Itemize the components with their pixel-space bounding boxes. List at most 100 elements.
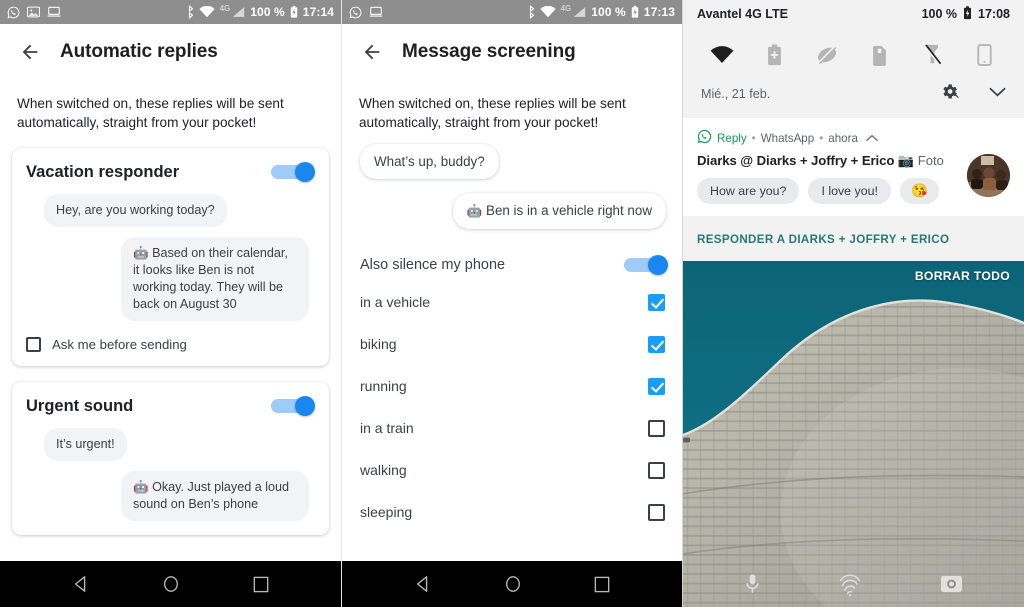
list-item[interactable]: walking [342, 449, 682, 491]
cards-container: Vacation responder Hey, are you working … [0, 132, 341, 535]
back-arrow-icon[interactable] [8, 30, 52, 74]
quick-settings-tiles [683, 28, 1024, 78]
smart-reply-chips: How are you? I love you! 😘 [697, 178, 1012, 204]
whatsapp-icon [7, 6, 20, 19]
list-item[interactable]: running [342, 365, 682, 407]
checkbox-icon[interactable] [648, 419, 665, 437]
list-item[interactable]: biking [342, 323, 682, 365]
card-header: Urgent sound [26, 396, 315, 416]
checkbox-icon[interactable] [648, 461, 665, 479]
clock-label: 17:08 [978, 7, 1010, 21]
checkbox-icon [26, 337, 41, 352]
laptop-icon [369, 6, 383, 18]
reply-bubble: 🤖 Okay. Just played a loud sound on Ben’… [121, 471, 309, 521]
battery-percent-label: 100 % [250, 5, 285, 19]
reply-text: Ben is in a vehicle right now [486, 203, 652, 218]
list-item[interactable]: sleeping [342, 491, 682, 533]
list-item[interactable]: in a train [342, 407, 682, 449]
ask-before-sending-checkbox[interactable]: Ask me before sending [26, 337, 315, 352]
app-bar: Message screening [342, 24, 682, 80]
gear-icon[interactable] [940, 82, 959, 106]
wifi-icon[interactable] [705, 38, 739, 72]
app-bar: Automatic replies [0, 24, 341, 80]
notification-title-text: Diarks @ Diarks + Joffry + Erico [697, 153, 895, 168]
notification-attachment-label: Foto [917, 153, 944, 168]
card-urgent-sound: Urgent sound It’s urgent! 🤖 Okay. Just p… [12, 382, 329, 535]
signal-icon [232, 6, 245, 18]
laptop-icon [47, 6, 61, 18]
silence-toggle[interactable] [624, 255, 668, 275]
phone-panel-notification-shade: Avantel 4G LTE 100 % 17:08 Mié., 21 feb.… [682, 0, 1024, 607]
chevron-down-icon[interactable] [989, 85, 1006, 103]
toggle-knob [295, 162, 315, 182]
network-type-label: 4G [560, 3, 572, 13]
mic-icon[interactable] [744, 573, 761, 595]
chevron-up-icon[interactable] [866, 132, 878, 145]
card-header: Vacation responder [26, 162, 315, 182]
vacation-responder-toggle[interactable] [271, 162, 315, 182]
intro-text: When switched on, these replies will be … [359, 96, 626, 130]
card-title: Urgent sound [26, 396, 134, 415]
urgent-sound-toggle[interactable] [271, 396, 315, 416]
activity-options-list: in a vehicle biking running in a train w… [342, 281, 682, 533]
reply-bubble: 🤖 Based on their calendar, it looks like… [121, 237, 309, 321]
back-arrow-icon[interactable] [350, 30, 394, 74]
robot-icon: 🤖 [466, 204, 483, 218]
phone-panel-automatic-replies: 4G 100 % 17:14 Automatic replies When sw… [0, 0, 341, 607]
phone-panel-message-screening: 4G 100 % 17:13 Message screening When sw… [341, 0, 682, 607]
sample-conversation: What’s up, buddy? 🤖 Ben is in a vehicle … [342, 132, 682, 229]
home-nav-icon[interactable] [504, 575, 522, 593]
list-item[interactable]: in a vehicle [342, 281, 682, 323]
incoming-message-row: What’s up, buddy? [360, 144, 666, 179]
recents-nav-icon[interactable] [253, 576, 269, 593]
battery-saver-icon[interactable] [758, 38, 792, 72]
notification-whatsapp[interactable]: Reply • WhatsApp • ahora Diarks @ Diarks… [683, 118, 1024, 216]
status-bar: 4G 100 % 17:13 [342, 0, 682, 24]
clear-all-button[interactable]: BORRAR TODO [915, 269, 1010, 283]
smart-reply-emoji-chip[interactable]: 😘 [899, 178, 939, 204]
checkbox-icon[interactable] [648, 503, 665, 521]
option-label: in a train [360, 420, 414, 436]
flashlight-off-icon[interactable] [915, 38, 949, 72]
option-label: walking [360, 462, 407, 478]
smart-reply-chip[interactable]: I love you! [808, 178, 891, 204]
smart-reply-chip[interactable]: How are you? [697, 178, 800, 204]
recents-nav-icon[interactable] [594, 576, 610, 593]
checkbox-icon[interactable] [648, 293, 665, 311]
signal-icon [573, 6, 586, 18]
back-nav-icon[interactable] [414, 575, 432, 593]
bluetooth-icon [526, 5, 535, 19]
camera-icon[interactable] [940, 573, 963, 594]
battery-percent-label: 100 % [921, 7, 958, 21]
incoming-message-row: It’s urgent! [44, 428, 315, 461]
navigation-bar [342, 561, 682, 607]
reply-message-row: 🤖 Ben is in a vehicle right now [360, 193, 666, 229]
checkbox-icon[interactable] [648, 335, 665, 353]
incoming-bubble: What’s up, buddy? [360, 144, 499, 179]
quick-settings-footer: Mié., 21 feb. [683, 78, 1024, 118]
sim-card-icon[interactable] [863, 38, 897, 72]
quick-settings-actions [940, 82, 1006, 106]
reply-bubble: 🤖 Ben is in a vehicle right now [452, 193, 666, 229]
wifi-icon [198, 6, 215, 18]
page-title: Message screening [402, 41, 576, 62]
incoming-bubble: It’s urgent! [44, 428, 127, 461]
option-label: sleeping [360, 504, 413, 520]
notification-app-name: WhatsApp [760, 131, 815, 145]
data-off-icon[interactable] [810, 38, 844, 72]
fingerprint-icon[interactable] [838, 571, 862, 597]
battery-charging-icon [290, 5, 298, 19]
bluetooth-icon [185, 5, 194, 19]
toggle-knob [295, 396, 315, 416]
status-bar: Avantel 4G LTE 100 % 17:08 [683, 0, 1024, 28]
separator-dot: • [751, 131, 756, 145]
home-nav-icon[interactable] [162, 575, 180, 593]
back-nav-icon[interactable] [72, 575, 90, 593]
auto-rotate-icon[interactable] [968, 38, 1002, 72]
also-silence-my-phone-row[interactable]: Also silence my phone [342, 255, 682, 275]
status-bar-right-icons: 4G 100 % 17:14 [185, 4, 334, 19]
reply-action-strip[interactable]: RESPONDER A DIARKS + JOFFRY + ERICO [683, 216, 1024, 261]
checkbox-icon[interactable] [648, 377, 665, 395]
notification-action[interactable]: Reply [717, 132, 747, 145]
avatar [967, 154, 1010, 197]
